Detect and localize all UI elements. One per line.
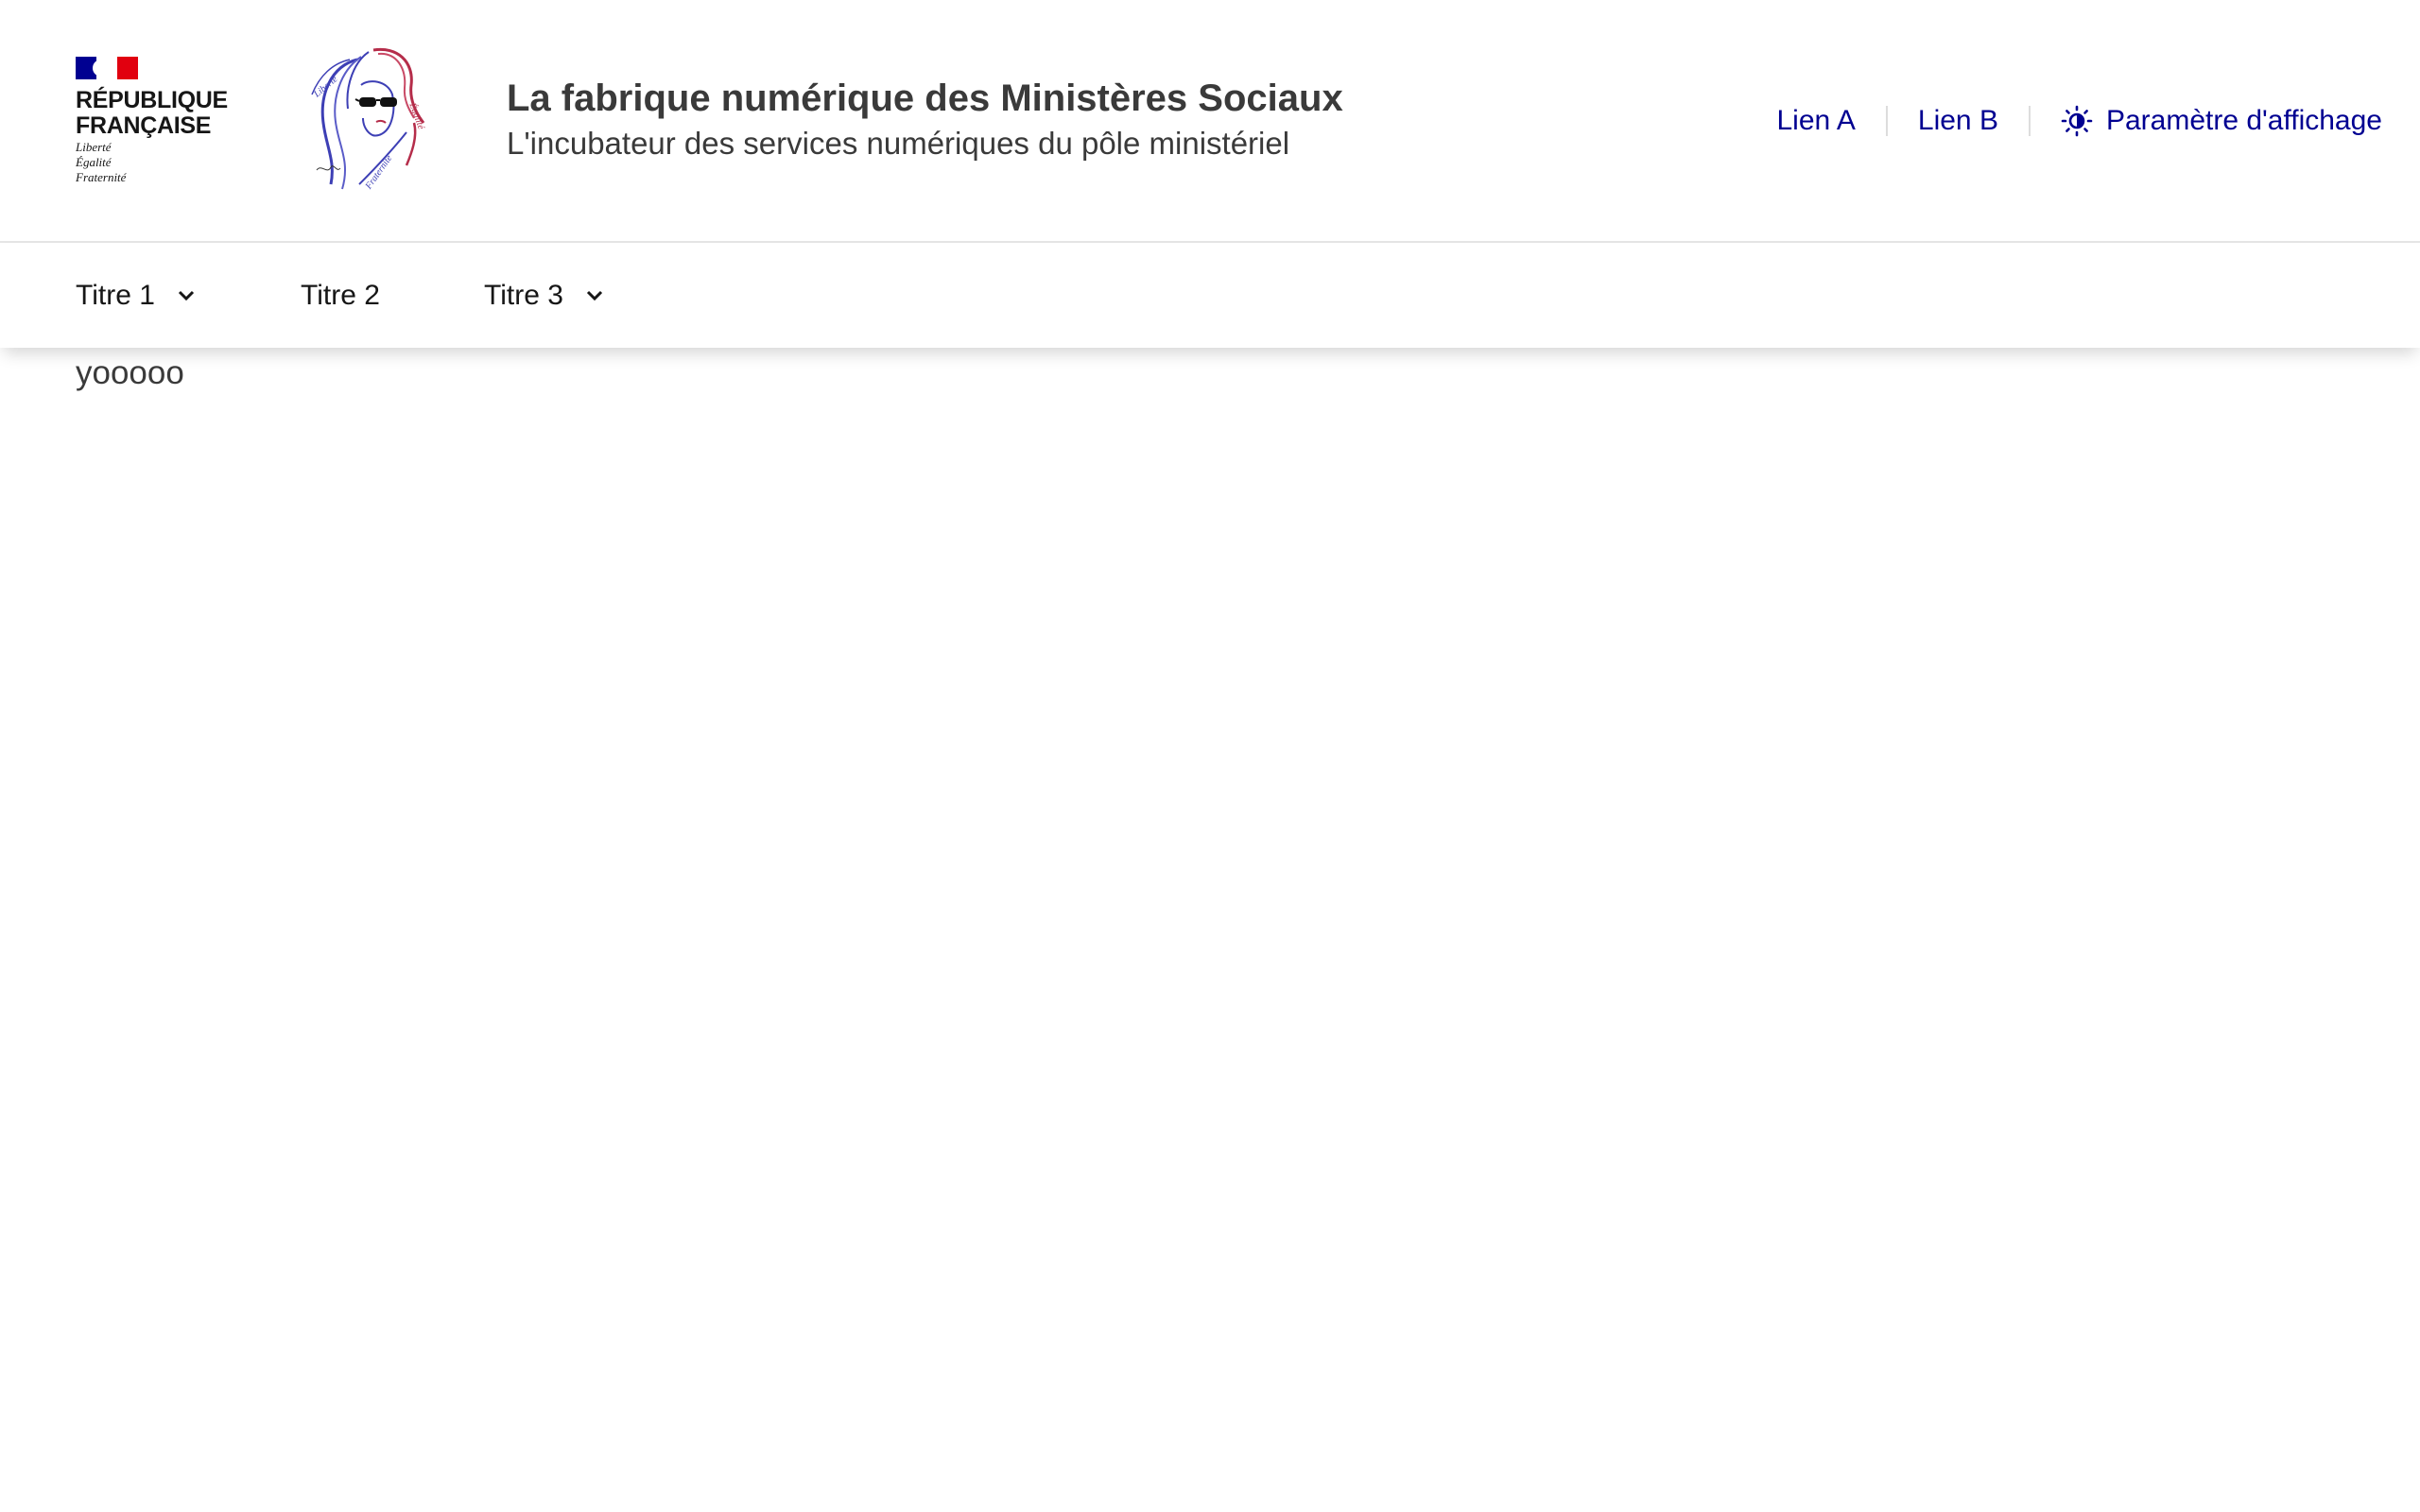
service-tagline: L'incubateur des services numériques du … bbox=[507, 126, 1290, 161]
service-block: La fabrique numérique des Ministères Soc… bbox=[507, 74, 1343, 164]
marianne-sunglasses-logo[interactable]: Liberté Égalité Fraternité bbox=[302, 43, 435, 198]
display-settings-button[interactable]: Paramètre d'affichage bbox=[2031, 99, 2382, 143]
display-settings-label: Paramètre d'affichage bbox=[2105, 105, 2382, 136]
chevron-down-icon bbox=[174, 284, 199, 308]
republique-line-2: FRANÇAISE bbox=[76, 112, 212, 139]
motto-egalite: Égalité bbox=[76, 155, 112, 169]
main-navigation: Titre 1 Titre 2 Titre 3 bbox=[0, 243, 2420, 348]
motto-liberte: Liberté bbox=[76, 140, 112, 154]
nav-item-titre-1[interactable]: Titre 1 bbox=[76, 243, 199, 348]
tool-link-a-label: Lien A bbox=[1776, 105, 1856, 136]
nav-item-label: Titre 1 bbox=[76, 279, 155, 311]
tool-link-b[interactable]: Lien B bbox=[1888, 99, 2029, 143]
content-text: yooooo bbox=[76, 354, 184, 391]
nav-item-label: Titre 2 bbox=[301, 279, 380, 311]
republique-francaise-logo[interactable]: RÉPUBLIQUE FRANÇAISE Liberté Égalité Fra… bbox=[76, 57, 236, 189]
service-title[interactable]: La fabrique numérique des Ministères Soc… bbox=[507, 74, 1343, 123]
nav-item-titre-3[interactable]: Titre 3 bbox=[484, 243, 607, 348]
republique-line-1: RÉPUBLIQUE bbox=[76, 87, 228, 113]
french-flag-icon bbox=[76, 57, 138, 79]
svg-text:Égalité: Égalité bbox=[406, 100, 427, 131]
chevron-down-icon bbox=[582, 284, 607, 308]
tool-link-a[interactable]: Lien A bbox=[1746, 99, 1885, 143]
nav-item-titre-2[interactable]: Titre 2 bbox=[301, 243, 380, 348]
motto-fraternite: Fraternité bbox=[76, 170, 127, 184]
republique-motto: Liberté Égalité Fraternité bbox=[76, 140, 126, 185]
site-header: RÉPUBLIQUE FRANÇAISE Liberté Égalité Fra… bbox=[0, 0, 2420, 243]
republique-francaise-name: RÉPUBLIQUE FRANÇAISE bbox=[76, 88, 228, 139]
nav-item-label: Titre 3 bbox=[484, 279, 563, 311]
sun-icon bbox=[2061, 105, 2093, 137]
tool-link-b-label: Lien B bbox=[1917, 105, 1998, 136]
header-tools: Lien A Lien B Paramètre d'affichage bbox=[1746, 99, 2382, 143]
svg-text:Fraternité: Fraternité bbox=[363, 153, 394, 192]
